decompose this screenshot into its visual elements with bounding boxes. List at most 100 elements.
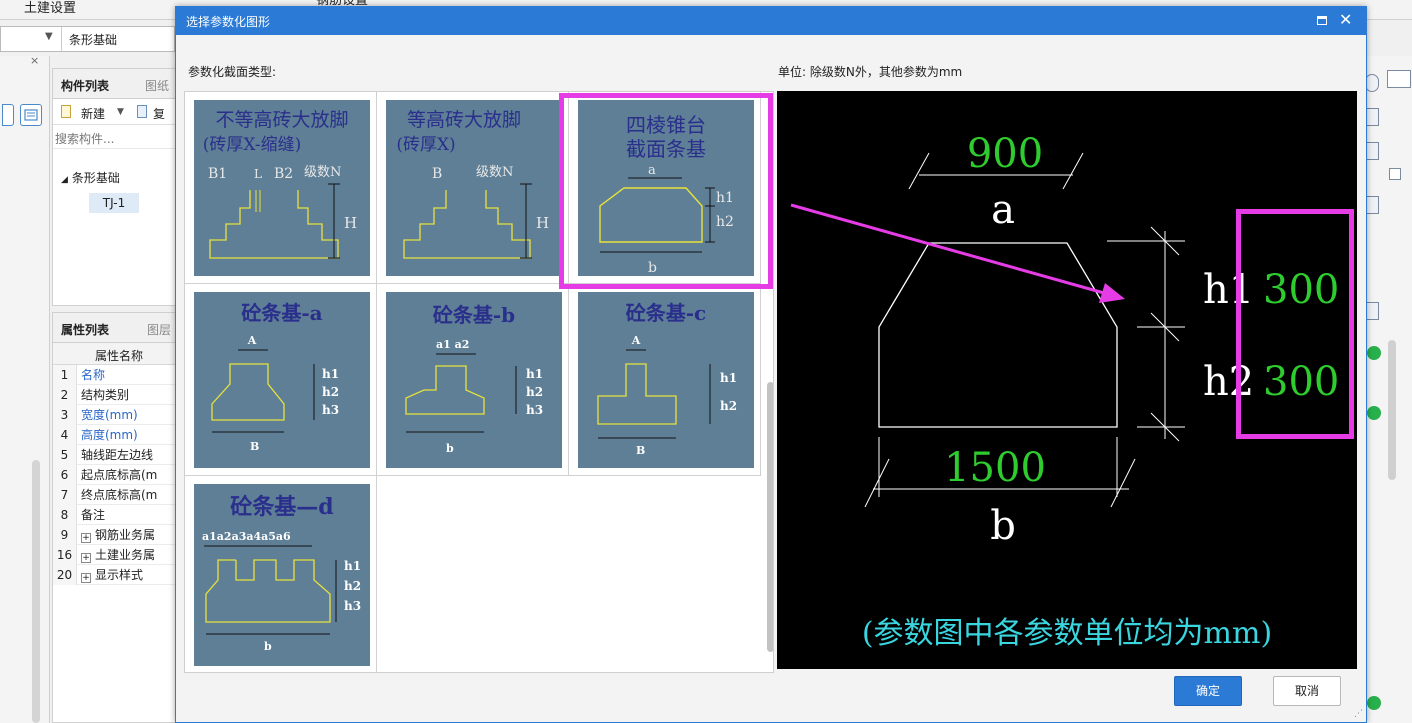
label-h: H bbox=[344, 214, 357, 232]
label-h2: h2 bbox=[344, 579, 361, 593]
tool-icon[interactable] bbox=[1365, 74, 1379, 92]
property-row[interactable]: 3 宽度(mm) bbox=[53, 405, 175, 425]
label-a: A bbox=[247, 334, 257, 347]
property-name: 高度(mm) bbox=[81, 425, 175, 445]
shape-subtitle: (砖厚X) bbox=[396, 135, 455, 155]
property-row[interactable]: 2 结构类别 bbox=[53, 385, 175, 405]
row-number: 1 bbox=[53, 365, 77, 385]
component-list-panel: 构件列表 图纸 新建 ▼ 复 搜索构件... ◢ 条形基础 TJ-1 bbox=[52, 68, 176, 306]
grid-icon[interactable] bbox=[1365, 302, 1379, 320]
tree-node-strip-footing[interactable]: ◢ 条形基础 bbox=[61, 169, 120, 186]
property-column-header: 属性名称 bbox=[53, 343, 175, 365]
property-name: 轴线距左边线 bbox=[81, 445, 175, 465]
label-h2: h2 bbox=[322, 385, 339, 399]
maximize-icon[interactable] bbox=[1317, 16, 1327, 25]
label-h: H bbox=[536, 214, 549, 232]
collapse-icon[interactable] bbox=[1389, 168, 1401, 180]
shape-cell-concrete-footing-c[interactable]: 砼条基-c A h1 h2 B bbox=[569, 284, 761, 476]
property-name: 名称 bbox=[81, 365, 175, 385]
preview-a-value: 900 bbox=[967, 131, 1043, 177]
resize-grip-icon[interactable]: ⋰ bbox=[1354, 709, 1363, 719]
label-level-n: 级数N bbox=[304, 165, 341, 180]
property-name-header: 属性名称 bbox=[95, 349, 144, 363]
row-number: 2 bbox=[53, 385, 77, 405]
property-row[interactable]: 7 终点底标高(m bbox=[53, 485, 175, 505]
property-row[interactable]: 4 高度(mm) bbox=[53, 425, 175, 445]
cube-icon[interactable] bbox=[1365, 142, 1379, 160]
expand-icon[interactable]: + bbox=[81, 573, 91, 583]
label-h1: h1 bbox=[526, 367, 543, 381]
copy-icon bbox=[137, 105, 147, 118]
row-number: 5 bbox=[53, 445, 77, 465]
row-number: 3 bbox=[53, 405, 77, 425]
label-a1-a2: a1 a2 bbox=[436, 338, 469, 351]
shape-thumbnail: 砼条基—d a1a2a3a4a5a6 h1 h2 h3 b bbox=[194, 484, 370, 666]
property-name: + 土建业务属 bbox=[81, 545, 175, 565]
label-h3: h3 bbox=[344, 599, 361, 613]
component-search-input[interactable]: 搜索构件... bbox=[53, 127, 175, 149]
new-file-icon bbox=[61, 105, 71, 118]
property-row[interactable]: 6 起点底标高(m bbox=[53, 465, 175, 485]
property-row[interactable]: 9 + 钢筋业务属 bbox=[53, 525, 175, 545]
property-row[interactable]: 20 + 显示样式 bbox=[53, 565, 175, 585]
shape-title: 等高砖大放脚 bbox=[407, 109, 521, 131]
status-indicator-icon bbox=[1367, 696, 1381, 710]
section-type-label: 参数化截面类型: bbox=[188, 65, 277, 79]
property-name-text: 名称 bbox=[81, 368, 106, 382]
right-scrollbar[interactable] bbox=[1388, 340, 1396, 480]
dialog-titlebar[interactable]: 选择参数化图形 ✕ bbox=[176, 7, 1366, 35]
shape-cell-unequal-brick-footing[interactable]: 不等高砖大放脚 (砖厚X-缩缝) B1 L B2 级数N H bbox=[185, 92, 377, 284]
shape-cell-equal-brick-footing[interactable]: 等高砖大放脚 (砖厚X) B 级数N H bbox=[377, 92, 569, 284]
tab-component-list[interactable]: 构件列表 bbox=[61, 77, 109, 94]
shape-cell-concrete-footing-d[interactable]: 砼条基—d a1a2a3a4a5a6 h1 h2 h3 b bbox=[185, 476, 377, 672]
display-tab[interactable] bbox=[1387, 70, 1411, 88]
label-h1: h1 bbox=[322, 367, 339, 381]
tab-civil-settings[interactable]: 土建设置 bbox=[24, 0, 76, 20]
tab-drawing[interactable]: 图纸 bbox=[145, 77, 169, 94]
panel-toggle-button[interactable] bbox=[2, 104, 14, 126]
property-row[interactable]: 1 名称 bbox=[53, 365, 175, 385]
dialog-title: 选择参数化图形 bbox=[186, 15, 271, 29]
property-row[interactable]: 8 备注 bbox=[53, 505, 175, 525]
cube-icon[interactable] bbox=[1365, 196, 1379, 214]
component-type-combo[interactable]: ▼ 条形基础 bbox=[0, 26, 175, 52]
select-parametric-shape-dialog: 选择参数化图形 ✕ 参数化截面类型: 单位: 除级数N外，其他参数为mm 不等高… bbox=[175, 6, 1367, 723]
label-b: b bbox=[264, 640, 272, 653]
property-name-text: 显示样式 bbox=[95, 568, 144, 582]
preview-unit-note: (参数图中各参数单位均为mm) bbox=[862, 616, 1272, 651]
annotation-arrow bbox=[790, 203, 1112, 297]
property-name: 起点底标高(m bbox=[81, 465, 175, 485]
close-icon[interactable]: × bbox=[30, 54, 39, 67]
expand-icon[interactable]: + bbox=[81, 553, 91, 563]
tree-collapse-icon[interactable]: ◢ bbox=[61, 175, 68, 185]
property-row[interactable]: 16 + 土建业务属 bbox=[53, 545, 175, 565]
row-number: 4 bbox=[53, 425, 77, 445]
expand-icon[interactable]: + bbox=[81, 533, 91, 543]
row-number: 9 bbox=[53, 525, 77, 545]
shape-thumbnail: 砼条基-a A h1 h2 h3 B bbox=[194, 292, 370, 468]
shape-cell-concrete-footing-a[interactable]: 砼条基-a A h1 h2 h3 B bbox=[185, 284, 377, 476]
left-side-strip: × bbox=[0, 54, 50, 723]
row-number: 8 bbox=[53, 505, 77, 525]
property-name-text: 钢筋业务属 bbox=[95, 528, 156, 542]
component-list-tabs: 构件列表 图纸 bbox=[53, 69, 175, 99]
annotation-arrowhead bbox=[1099, 283, 1125, 303]
list-view-button[interactable] bbox=[20, 104, 42, 126]
ok-button[interactable]: 确定 bbox=[1174, 676, 1242, 706]
property-row[interactable]: 5 轴线距左边线 bbox=[53, 445, 175, 465]
label-a: A bbox=[631, 334, 641, 347]
tab-property-list[interactable]: 属性列表 bbox=[61, 321, 109, 338]
tree-node-tj-1[interactable]: TJ-1 bbox=[89, 193, 139, 213]
cube-icon[interactable] bbox=[1365, 108, 1379, 126]
chevron-down-icon[interactable]: ▼ bbox=[117, 107, 124, 117]
new-button[interactable]: 新建 bbox=[81, 105, 105, 122]
gallery-scrollbar[interactable] bbox=[767, 382, 773, 652]
left-scrollbar[interactable] bbox=[32, 460, 40, 723]
tab-layer[interactable]: 图层 bbox=[147, 321, 171, 338]
copy-button[interactable]: 复 bbox=[153, 105, 165, 122]
shape-cell-concrete-footing-b[interactable]: 砼条基-b a1 a2 h1 h2 h3 b bbox=[377, 284, 569, 476]
label-b: B bbox=[432, 166, 442, 182]
cancel-button[interactable]: 取消 bbox=[1273, 676, 1341, 706]
label-l: L bbox=[254, 167, 262, 181]
close-icon[interactable]: ✕ bbox=[1339, 10, 1352, 29]
